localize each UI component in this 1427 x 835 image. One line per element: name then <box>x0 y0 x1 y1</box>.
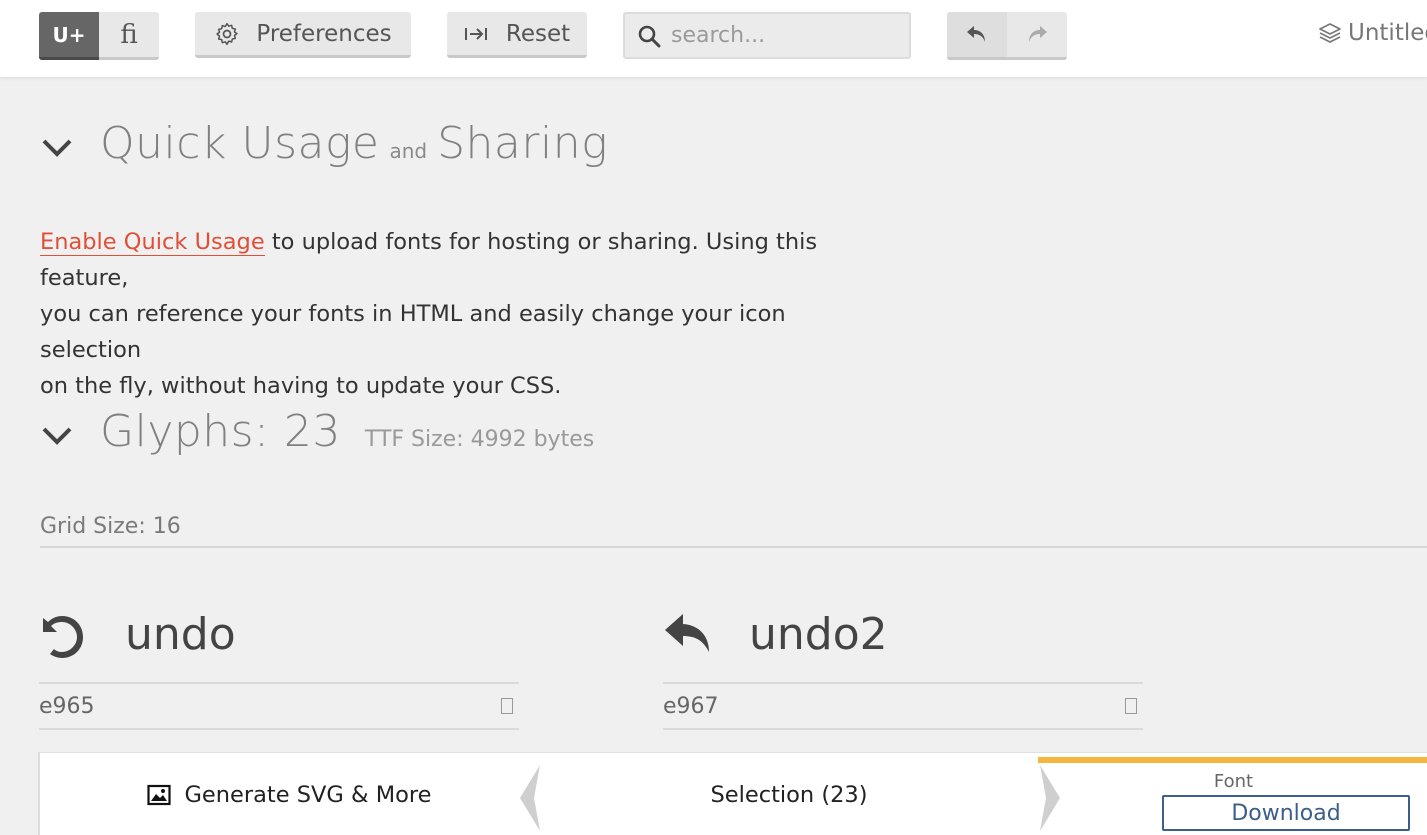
glyph-name: undo <box>125 608 236 660</box>
generate-svg-tab[interactable]: Generate SVG & More <box>40 753 538 835</box>
glyph-card[interactable]: undo2 e967 <box>663 594 1143 730</box>
reset-icon <box>464 27 487 40</box>
selection-label: Selection (23) <box>710 781 868 808</box>
search-icon <box>638 25 661 47</box>
download-button[interactable]: Download <box>1162 795 1410 831</box>
undo2-icon <box>665 614 709 652</box>
enable-quick-usage-link[interactable]: Enable Quick Usage <box>40 229 265 256</box>
selection-tab[interactable]: Selection (23) <box>544 753 1034 835</box>
ttf-size: TTF Size: 4992 bytes <box>364 427 595 452</box>
glyphs-collapse-chevron-icon[interactable] <box>40 422 74 448</box>
reset-label: Reset <box>505 20 571 47</box>
history-controls <box>947 12 1067 60</box>
glyph-name: undo2 <box>749 608 888 660</box>
bottom-bar: Generate SVG & More Selection (23) Font … <box>38 752 1427 835</box>
undo-button[interactable] <box>947 12 1007 60</box>
quick-usage-collapse-chevron-icon[interactable] <box>40 134 74 160</box>
quick-usage-title-and: and <box>389 139 428 163</box>
glyphs-heading: Glyphs: 23 TTF Size: 4992 bytes <box>100 406 594 457</box>
quick-usage-description: Enable Quick Usage to upload fonts for h… <box>40 224 890 404</box>
preferences-label: Preferences <box>256 20 392 47</box>
unicode-mode-button[interactable]: U+ <box>39 12 99 60</box>
undo-icon <box>967 25 985 42</box>
glyph-code: e965 <box>39 693 95 719</box>
preferences-button[interactable]: Preferences <box>195 12 411 58</box>
glyph-char-preview-icon <box>501 698 513 714</box>
description-line-2: you can reference your fonts in HTML and… <box>40 301 786 363</box>
glyph-code: e967 <box>663 693 719 719</box>
redo-button[interactable] <box>1007 12 1067 60</box>
quick-usage-title: Quick Usage <box>100 118 380 169</box>
glyph-char-preview-icon <box>1125 698 1137 714</box>
gear-icon <box>216 22 239 45</box>
glyph-mode-toggle: U+ fi <box>39 12 159 60</box>
image-icon <box>146 784 171 805</box>
undo-icon <box>43 616 83 658</box>
font-tab-label: Font <box>1213 771 1254 792</box>
redo-icon <box>1029 25 1047 42</box>
top-toolbar: U+ fi Preferences Reset search... Untitl… <box>0 0 1427 78</box>
project-name: Untitled <box>1348 20 1427 46</box>
sharing-title: Sharing <box>437 118 608 169</box>
glyph-card[interactable]: undo e965 <box>39 594 519 730</box>
reset-button[interactable]: Reset <box>447 12 587 58</box>
grid-size-label: Grid Size: 16 <box>40 514 181 539</box>
quick-usage-heading: Quick Usage and Sharing <box>100 118 608 169</box>
search-box <box>623 12 911 59</box>
generate-svg-label: Generate SVG & More <box>184 781 432 808</box>
glyph-code-field[interactable]: e965 <box>39 682 519 730</box>
search-input[interactable] <box>671 23 891 48</box>
project-selector[interactable]: Untitled <box>1318 20 1427 46</box>
glyph-code-field[interactable]: e967 <box>663 682 1143 730</box>
glyphs-title: Glyphs: 23 <box>100 406 341 457</box>
grid-divider <box>40 546 1427 548</box>
left-arrow-icon[interactable] <box>516 763 544 833</box>
description-line-3: on the fly, without having to update you… <box>40 373 562 399</box>
ligature-mode-button[interactable]: fi <box>99 12 159 60</box>
font-tab[interactable]: Font Download <box>1038 757 1427 835</box>
layers-icon <box>1319 23 1341 43</box>
